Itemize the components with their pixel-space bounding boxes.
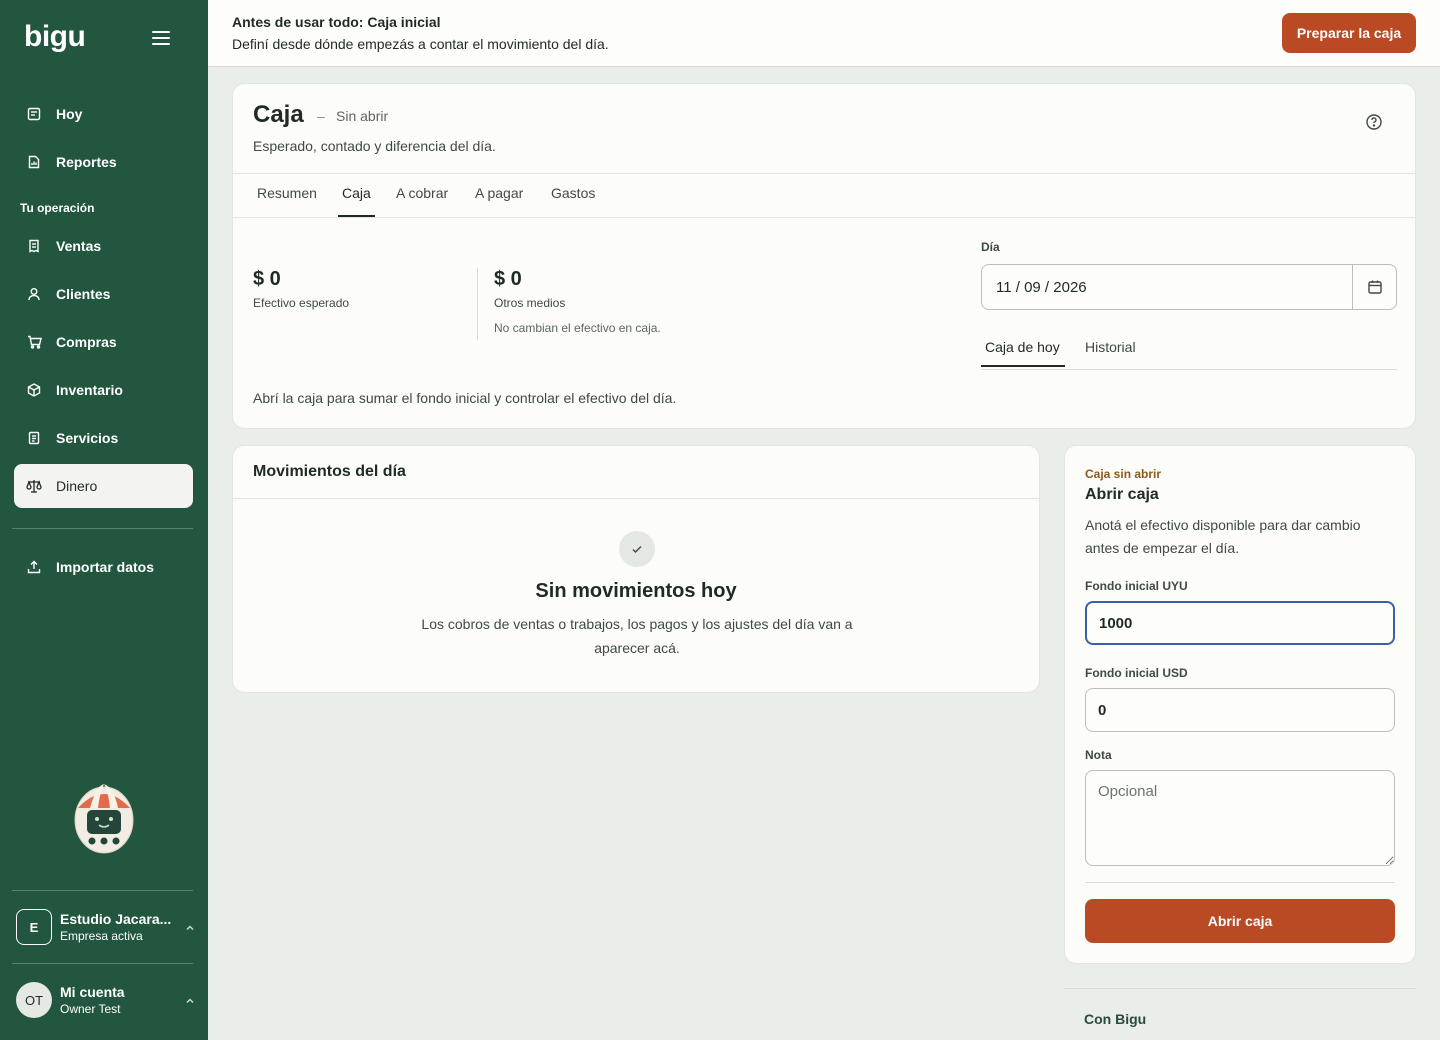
sidebar-item-importar[interactable]: Importar datos: [14, 545, 193, 589]
caja-hint: Abrí la caja para sumar el fondo inicial…: [253, 390, 677, 406]
setup-banner: Antes de usar todo: Caja inicial Definí …: [208, 0, 1440, 67]
tab-gastos[interactable]: Gastos: [551, 185, 595, 217]
sidebar-divider: [12, 890, 193, 891]
company-switcher[interactable]: E Estudio Jacara... Empresa activa: [16, 907, 196, 947]
title-separator: –: [317, 108, 325, 124]
sidebar-item-hoy[interactable]: Hoy: [14, 92, 193, 136]
con-bigu-title: Con Bigu: [1084, 1011, 1147, 1027]
sidebar: bigu Hoy Reportes Tu operación Ventas Cl…: [0, 0, 208, 1040]
caja-card: Caja – Sin abrir Esperado, contado y dif…: [232, 83, 1416, 429]
sidebar-item-dinero[interactable]: Dinero: [14, 464, 193, 508]
sidebar-divider: [12, 528, 193, 529]
page-title: Caja: [253, 101, 304, 128]
open-cash-description: Anotá el efectivo disponible para dar ca…: [1085, 517, 1361, 556]
divider: [233, 217, 1415, 218]
movements-card: Movimientos del día Sin movimientos hoy …: [232, 445, 1040, 693]
divider: [477, 268, 478, 340]
sidebar-item-servicios[interactable]: Servicios: [14, 416, 193, 460]
sidebar-item-label: Inventario: [56, 382, 123, 398]
divider: [1085, 882, 1395, 883]
open-cash-button[interactable]: Abrir caja: [1085, 899, 1395, 943]
open-cash-kicker: Caja sin abrir: [1085, 467, 1162, 481]
page-subtitle: Esperado, contado y diferencia del día.: [253, 138, 496, 154]
uyu-fund-input[interactable]: [1085, 601, 1395, 645]
hamburger-icon[interactable]: [152, 31, 170, 45]
receipt-icon: [26, 238, 42, 254]
tab-a-pagar[interactable]: A pagar: [475, 185, 523, 217]
avatar: OT: [16, 982, 52, 1018]
divider: [233, 498, 1039, 499]
calendar-icon[interactable]: [1352, 265, 1396, 309]
sidebar-item-label: Ventas: [56, 238, 102, 254]
other-methods-label: Otros medios: [494, 296, 566, 310]
company-status: Empresa activa: [60, 929, 143, 943]
tab-a-cobrar[interactable]: A cobrar: [396, 185, 448, 217]
report-icon: [26, 154, 42, 170]
tab-resumen[interactable]: Resumen: [257, 185, 317, 217]
open-cash-card: Caja sin abrir Abrir caja Anotá el efect…: [1064, 445, 1416, 964]
cart-icon: [26, 334, 42, 350]
sidebar-item-label: Reportes: [56, 154, 117, 170]
sidebar-item-label: Servicios: [56, 430, 119, 446]
date-field[interactable]: 11 / 09 / 2026: [981, 264, 1397, 310]
divider: [1064, 988, 1416, 989]
upload-icon: [26, 559, 42, 575]
expected-cash-amount: $ 0: [253, 268, 281, 290]
divider: [233, 173, 1415, 174]
date-value[interactable]: 11 / 09 / 2026: [982, 279, 1352, 296]
sidebar-item-label: Dinero: [56, 478, 98, 494]
divider: [981, 369, 1397, 370]
day-label: Día: [981, 240, 1000, 254]
account-title: Mi cuenta: [60, 984, 125, 1000]
sidebar-item-ventas[interactable]: Ventas: [14, 224, 193, 268]
empty-state-title: Sin movimientos hoy: [535, 580, 737, 602]
chevron-up-icon: [184, 921, 196, 933]
other-methods-note: No cambian el efectivo en caja.: [494, 321, 661, 335]
company-avatar: E: [16, 909, 52, 945]
sidebar-item-label: Clientes: [56, 286, 111, 302]
banner-title: Antes de usar todo: Caja inicial: [232, 14, 441, 30]
banner-text: Definí desde dónde empezás a contar el m…: [232, 36, 609, 52]
tab-historial[interactable]: Historial: [1085, 339, 1136, 367]
usd-fund-input[interactable]: [1085, 688, 1395, 732]
mascot-illustration: [72, 778, 136, 858]
status-badge: Sin abrir: [336, 108, 389, 124]
sidebar-item-reportes[interactable]: Reportes: [14, 140, 193, 184]
check-icon: [619, 531, 655, 567]
prepare-cash-button[interactable]: Preparar la caja: [1282, 13, 1416, 53]
sidebar-item-label: Compras: [56, 334, 117, 350]
uyu-fund-label: Fondo inicial UYU: [1085, 579, 1188, 593]
sidebar-divider: [12, 963, 193, 964]
note-field[interactable]: [1085, 770, 1395, 866]
empty-state-description: Los cobros de ventas o trabajos, los pag…: [421, 616, 853, 656]
help-icon[interactable]: [1365, 113, 1383, 131]
movements-title: Movimientos del día: [253, 463, 406, 480]
open-cash-title: Abrir caja: [1085, 486, 1159, 503]
user-icon: [26, 286, 42, 302]
box-icon: [26, 382, 42, 398]
scale-icon: [26, 478, 42, 494]
calendar-icon: [26, 106, 42, 122]
other-methods-amount: $ 0: [494, 268, 522, 290]
note-label: Nota: [1085, 748, 1112, 762]
usd-fund-label: Fondo inicial USD: [1085, 666, 1188, 680]
chevron-up-icon: [184, 994, 196, 1006]
sidebar-item-inventario[interactable]: Inventario: [14, 368, 193, 412]
account-name: Owner Test: [60, 1002, 121, 1016]
tab-caja[interactable]: Caja: [338, 185, 375, 217]
company-name: Estudio Jacara...: [60, 911, 172, 927]
sidebar-item-label: Hoy: [56, 106, 83, 122]
section-label: Tu operación: [20, 201, 95, 215]
user-account-menu[interactable]: OT Mi cuenta Owner Test: [16, 980, 196, 1020]
sidebar-item-label: Importar datos: [56, 559, 155, 575]
document-icon: [26, 430, 42, 446]
app-logo[interactable]: bigu: [24, 20, 86, 54]
sidebar-item-clientes[interactable]: Clientes: [14, 272, 193, 316]
expected-cash-label: Efectivo esperado: [253, 296, 350, 310]
sidebar-item-compras[interactable]: Compras: [14, 320, 193, 364]
tab-caja-de-hoy[interactable]: Caja de hoy: [981, 339, 1065, 367]
